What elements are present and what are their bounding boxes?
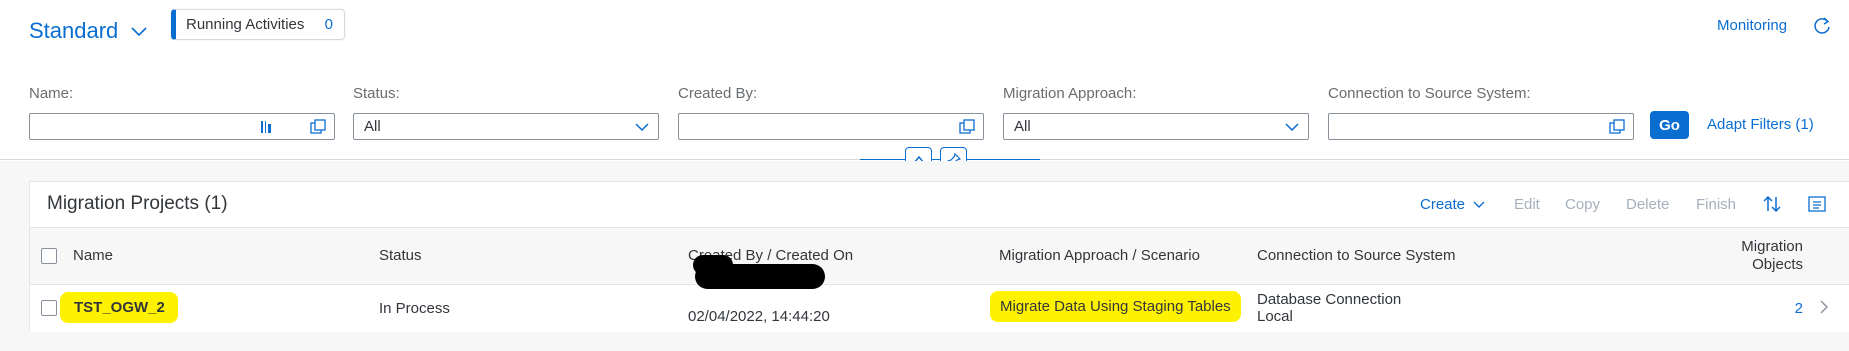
- chevron-right-icon[interactable]: [1818, 299, 1830, 315]
- filter-label-status: Status:: [353, 85, 400, 102]
- running-activities-label: Running Activities: [186, 16, 305, 33]
- refresh-icon[interactable]: [1812, 16, 1832, 36]
- chevron-down-icon: [635, 123, 649, 132]
- redaction-mark: [695, 264, 825, 289]
- table-title: Migration Projects (1): [47, 193, 228, 214]
- filter-label-connection: Connection to Source System:: [1328, 85, 1531, 102]
- delete-button[interactable]: Delete: [1626, 196, 1669, 213]
- project-created-on: 02/04/2022, 14:44:20: [688, 308, 830, 325]
- connection-line-2: Local: [1257, 308, 1293, 325]
- edit-button[interactable]: Edit: [1514, 196, 1540, 213]
- project-status: In Process: [379, 300, 450, 317]
- chevron-down-icon: [131, 27, 147, 37]
- variant-title: Standard: [29, 18, 119, 43]
- created-by-input[interactable]: [678, 113, 984, 140]
- column-header-objects[interactable]: Objects: [1752, 256, 1803, 273]
- filter-status: Status: All: [353, 85, 659, 140]
- running-activities-count: 0: [324, 16, 333, 33]
- create-label: Create: [1420, 196, 1466, 213]
- value-help-icon[interactable]: [959, 119, 975, 135]
- project-approach: Migrate Data Using Staging Tables: [990, 291, 1241, 322]
- filter-label-migration-approach: Migration Approach:: [1003, 85, 1137, 102]
- filter-name: Name:: [29, 85, 335, 140]
- monitoring-link[interactable]: Monitoring: [1717, 17, 1787, 34]
- value-help-icon[interactable]: [1609, 119, 1625, 135]
- filter-bar: Standard Running Activities 0 Monitoring…: [0, 0, 1849, 160]
- column-header-name[interactable]: Name: [73, 247, 113, 264]
- table-row[interactable]: TST_OGW_2 In Process 02/04/2022, 14:44:2…: [30, 285, 1849, 332]
- barcode-icon[interactable]: [260, 119, 274, 135]
- name-input[interactable]: [29, 113, 335, 140]
- copy-button[interactable]: Copy: [1565, 196, 1600, 213]
- filter-connection: Connection to Source System:: [1328, 85, 1634, 140]
- table-settings-icon[interactable]: [1807, 194, 1827, 214]
- value-help-icon[interactable]: [310, 119, 326, 135]
- filter-label-created-by: Created By:: [678, 85, 758, 102]
- migration-objects-count[interactable]: 2: [1795, 300, 1803, 317]
- go-button[interactable]: Go: [1650, 111, 1689, 139]
- table-toolbar: Migration Projects (1) Create Edit Copy …: [30, 182, 1849, 227]
- status-select[interactable]: All: [353, 113, 659, 140]
- finish-button[interactable]: Finish: [1696, 196, 1736, 213]
- column-header-status[interactable]: Status: [379, 247, 422, 264]
- connection-input[interactable]: [1328, 113, 1634, 140]
- column-header-approach[interactable]: Migration Approach / Scenario: [999, 247, 1200, 264]
- create-button[interactable]: Create: [1420, 196, 1485, 213]
- adapt-filters-link[interactable]: Adapt Filters (1): [1707, 116, 1814, 133]
- connection-line-1: Database Connection: [1257, 291, 1402, 308]
- column-header-migration[interactable]: Migration: [1741, 238, 1803, 255]
- select-all-checkbox[interactable]: [41, 248, 57, 264]
- sort-icon[interactable]: [1762, 194, 1782, 214]
- chevron-down-icon: [1473, 201, 1485, 208]
- table-column-header: Name Status Created By / Created On Migr…: [30, 227, 1849, 285]
- row-checkbox[interactable]: [41, 300, 57, 316]
- migration-approach-select[interactable]: All: [1003, 113, 1309, 140]
- chevron-down-icon: [1285, 123, 1299, 132]
- column-header-connection[interactable]: Connection to Source System: [1257, 247, 1455, 264]
- filter-created-by: Created By:: [678, 85, 984, 140]
- migration-projects-table: Migration Projects (1) Create Edit Copy …: [29, 181, 1849, 332]
- variant-selector[interactable]: Standard: [29, 18, 148, 44]
- filter-label-name: Name:: [29, 85, 74, 102]
- running-activities-button[interactable]: Running Activities 0: [171, 9, 345, 40]
- project-name[interactable]: TST_OGW_2: [60, 292, 178, 323]
- filter-migration-approach: Migration Approach: All: [1003, 85, 1309, 140]
- content-area: Migration Projects (1) Create Edit Copy …: [0, 161, 1849, 351]
